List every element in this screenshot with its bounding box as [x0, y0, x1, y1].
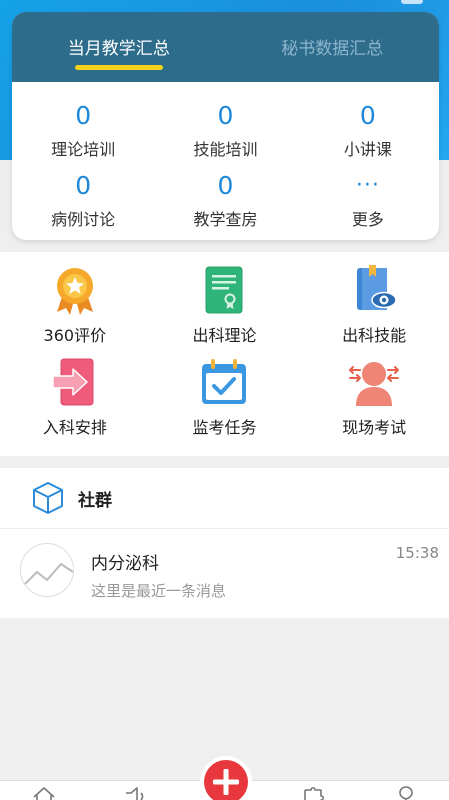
- stat-label: 教学查房: [193, 210, 258, 229]
- chart-line-avatar-icon: [24, 563, 73, 585]
- stat-label: 病例讨论: [51, 210, 116, 229]
- tab-label: 秘书数据汇总: [281, 39, 384, 59]
- community-header: 社群: [0, 468, 449, 529]
- function-label: 出科理论: [192, 326, 257, 345]
- function-onsite-exam[interactable]: 现场考试: [299, 356, 449, 448]
- function-360-evaluation[interactable]: 360评价: [0, 264, 150, 356]
- calendar-check-icon: [202, 359, 247, 404]
- function-grid: 360评价 出科理论 出科技能 入科安排 监考任务 现场考试: [0, 252, 449, 456]
- function-enrollment-arrangement[interactable]: 入科安排: [0, 356, 150, 448]
- cube-icon: [33, 482, 63, 514]
- stat-value: 0: [217, 171, 234, 200]
- puzzle-icon[interactable]: [302, 785, 328, 800]
- function-label: 入科安排: [42, 418, 107, 437]
- stat-label: 更多: [351, 210, 384, 229]
- function-label: 360评价: [43, 326, 107, 345]
- stat-value: 0: [217, 101, 234, 130]
- summary-tab-bar: 当月教学汇总 秘书数据汇总: [12, 12, 439, 82]
- function-exit-theory[interactable]: 出科理论: [150, 264, 300, 356]
- stat-label: 技能培训: [193, 140, 258, 159]
- function-invigilation-tasks[interactable]: 监考任务: [150, 356, 300, 448]
- stat-case-discussion[interactable]: 0 病例讨论: [12, 172, 154, 240]
- avatar: [20, 543, 74, 597]
- add-button[interactable]: [204, 760, 248, 800]
- person-exam-icon: [349, 362, 400, 406]
- tab-label: 当月教学汇总: [67, 39, 170, 59]
- function-exit-skills[interactable]: 出科技能: [299, 264, 449, 356]
- home-icon[interactable]: [31, 785, 57, 800]
- list-item[interactable]: 内分泌科 这里是最近一条消息 15:38: [0, 529, 449, 617]
- stat-teaching-rounds[interactable]: 0 教学查房: [154, 172, 296, 240]
- message-timestamp: 15:38: [395, 544, 439, 562]
- stat-skill-training[interactable]: 0 技能培训: [154, 102, 296, 172]
- tab-monthly-teaching[interactable]: 当月教学汇总: [12, 12, 226, 82]
- message-group-name: 内分泌科: [91, 554, 159, 574]
- stat-label: 小讲课: [343, 140, 392, 159]
- active-tab-indicator: [74, 65, 163, 70]
- award-medal-icon: [56, 268, 93, 315]
- skill-book-eye-icon: [357, 265, 397, 310]
- certificate-document-icon: [205, 266, 243, 314]
- stat-value: 0: [75, 171, 92, 200]
- stat-theory-training[interactable]: 0 理论培训: [12, 102, 154, 172]
- stat-value: 0: [359, 101, 376, 130]
- tab-secretary-data[interactable]: 秘书数据汇总: [226, 12, 440, 82]
- top-right-indicator: [401, 0, 423, 4]
- community-title: 社群: [78, 490, 112, 511]
- stats-grid: 0 理论培训 0 技能培训 0 小讲课 0 病例讨论 0 教学查房 ··· 更多: [12, 82, 439, 240]
- message-preview: 这里是最近一条消息: [91, 582, 227, 600]
- stat-more[interactable]: ··· 更多: [297, 172, 439, 240]
- enter-arrow-icon: [52, 358, 94, 406]
- more-dots-icon: ···: [355, 173, 380, 198]
- stat-value: 0: [75, 101, 92, 130]
- function-label: 现场考试: [342, 418, 407, 437]
- speaker-icon[interactable]: [122, 785, 148, 800]
- community-section: 社群 内分泌科 这里是最近一条消息 15:38: [0, 468, 449, 618]
- stat-small-lecture[interactable]: 0 小讲课: [297, 102, 439, 172]
- function-label: 出科技能: [342, 326, 407, 345]
- teaching-summary-card: 当月教学汇总 秘书数据汇总 0 理论培训 0 技能培训 0 小讲课 0 病例讨论…: [12, 12, 439, 240]
- location-pin-icon[interactable]: [393, 785, 419, 800]
- add-icon: [213, 769, 239, 795]
- stat-label: 理论培训: [51, 140, 116, 159]
- function-label: 监考任务: [192, 418, 257, 437]
